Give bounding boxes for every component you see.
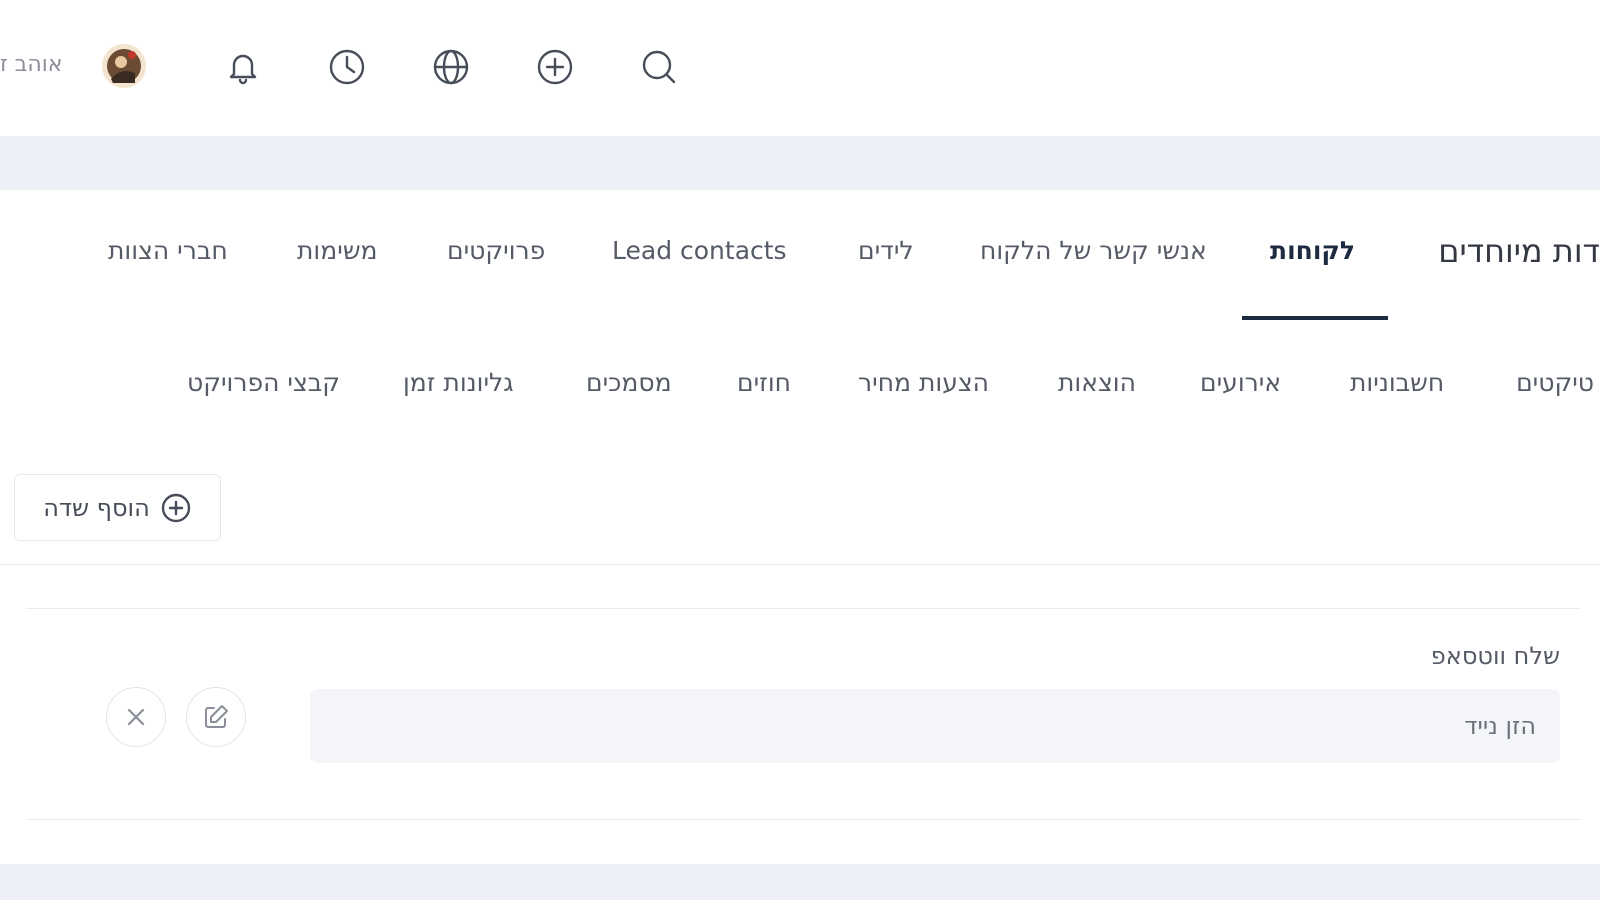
tab-events[interactable]: אירועים (1200, 368, 1281, 397)
tab-tasks[interactable]: משימות (297, 236, 378, 265)
tab-customers[interactable]: לקוחות (1270, 236, 1355, 265)
tab-timesheets[interactable]: גליונות זמן (403, 368, 514, 397)
user-avatar[interactable] (101, 43, 147, 89)
close-icon (127, 708, 145, 726)
delete-field-button[interactable] (106, 687, 166, 747)
field-label-send-whatsapp: שלח ווטסאפ (1430, 642, 1560, 670)
add-field-label: הוסף שדה (43, 493, 150, 522)
plus-circle-icon[interactable] (534, 46, 576, 88)
divider (26, 608, 1580, 609)
globe-icon[interactable] (430, 46, 472, 88)
tab-invoices[interactable]: חשבוניות (1350, 368, 1444, 397)
user-name[interactable]: אוהב ז (0, 52, 62, 77)
tab-project-files[interactable]: קבצי הפרויקט (187, 368, 340, 397)
edit-field-button[interactable] (186, 687, 246, 747)
tab-projects[interactable]: פרויקטים (447, 236, 545, 265)
tab-estimates[interactable]: הצעות מחיר (858, 368, 989, 397)
tab-team-members[interactable]: חברי הצוות (108, 236, 228, 265)
tab-contracts[interactable]: חוזים (737, 368, 791, 397)
tab-customer-contacts[interactable]: אנשי קשר של הלקוח (980, 236, 1207, 265)
divider (0, 564, 1600, 565)
bell-icon[interactable] (222, 46, 264, 88)
mobile-input[interactable] (310, 689, 1560, 763)
search-icon[interactable] (638, 46, 680, 88)
top-band (0, 136, 1600, 190)
tab-lead-contacts[interactable]: Lead contacts (612, 236, 787, 265)
tab-tickets[interactable]: טיקטים (1516, 368, 1594, 397)
active-tab-indicator (1242, 316, 1388, 320)
add-field-button[interactable]: הוסף שדה (14, 474, 221, 541)
clock-icon[interactable] (326, 46, 368, 88)
footer-band (0, 864, 1600, 900)
tab-custom-fields[interactable]: דות מיוחדים (1438, 232, 1600, 270)
edit-icon (205, 705, 228, 728)
plus-circle-icon (160, 492, 192, 524)
tab-leads[interactable]: לידים (858, 236, 914, 265)
tab-documents[interactable]: מסמכים (586, 368, 672, 397)
divider (26, 819, 1580, 820)
top-bar: אוהב ז (0, 0, 1600, 136)
tab-expenses[interactable]: הוצאות (1058, 368, 1136, 397)
